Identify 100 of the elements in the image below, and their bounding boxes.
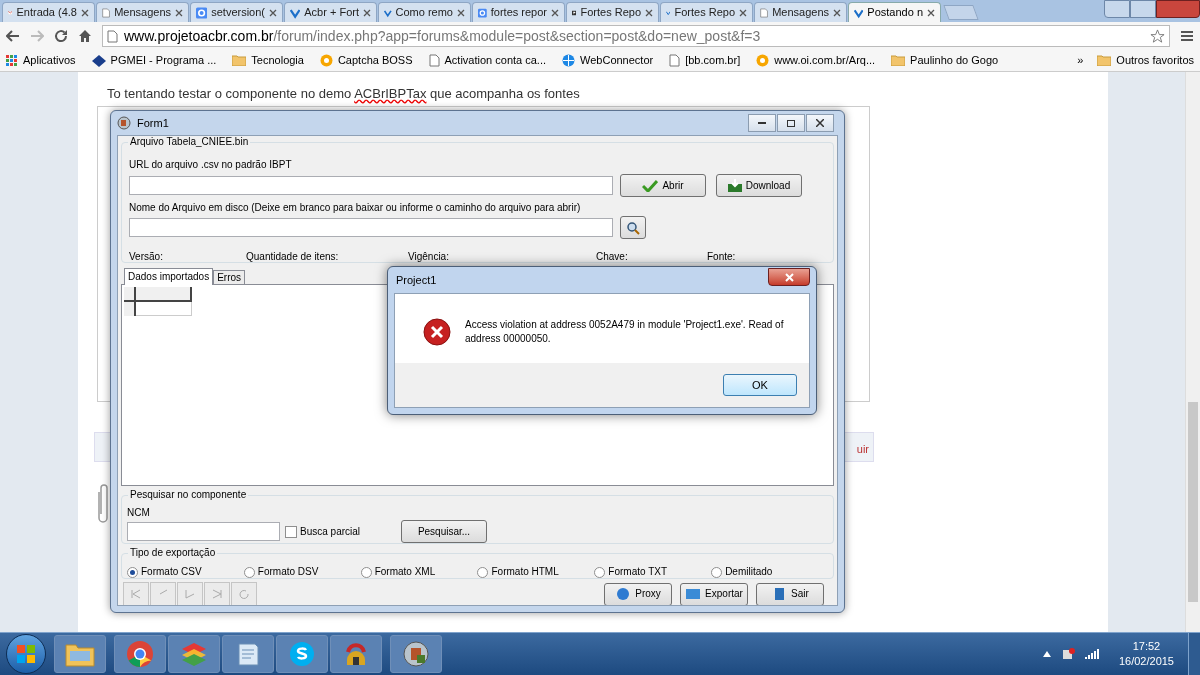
browser-tab[interactable]: Acbr + Fort — [284, 2, 377, 22]
close-icon[interactable] — [833, 8, 841, 17]
taskbar-button[interactable] — [330, 635, 382, 673]
browser-tab[interactable]: Como remo — [378, 2, 471, 22]
download-button[interactable]: Download — [716, 174, 802, 197]
signal-icon[interactable] — [1084, 648, 1099, 660]
clock-date[interactable]: 16/02/2015 — [1118, 654, 1174, 669]
disabled-arrow-icon — [211, 589, 223, 599]
bookmark-item[interactable]: Aplicativos — [6, 52, 76, 69]
open-button[interactable]: Abrir — [620, 174, 706, 197]
file-input[interactable] — [129, 218, 613, 237]
action-button[interactable]: Sair — [756, 582, 824, 605]
taskbar-button[interactable] — [168, 635, 220, 673]
bookmark-item[interactable]: Tecnologia — [232, 52, 304, 69]
maximize-button[interactable] — [777, 114, 805, 132]
browser-tab[interactable]: Fortes Repo — [566, 2, 659, 22]
scrollbar-thumb[interactable] — [1188, 402, 1198, 602]
format-radio[interactable]: Formato DSV — [243, 566, 361, 578]
close-icon[interactable] — [81, 8, 89, 17]
action-button[interactable]: Exportar — [680, 582, 748, 605]
bookmark-item[interactable]: PGMEI - Programa ... — [91, 52, 217, 69]
url-input[interactable] — [129, 176, 613, 195]
format-radio[interactable]: Formato CSV — [127, 566, 244, 578]
minimize-button[interactable] — [748, 114, 776, 132]
star-icon[interactable] — [1150, 28, 1165, 44]
close-icon[interactable] — [645, 8, 653, 17]
format-radio[interactable]: Formato HTML — [477, 566, 595, 578]
folder-icon — [65, 641, 95, 667]
action-button[interactable]: Proxy — [604, 582, 672, 605]
browser-tab[interactable]: fortes repor — [472, 2, 565, 22]
window-title: Form1 — [137, 115, 169, 131]
browser-tab[interactable]: Fortes Repo — [660, 2, 753, 22]
taskbar-button[interactable] — [276, 635, 328, 673]
taskbar-button[interactable] — [114, 635, 166, 673]
show-hidden-icons[interactable] — [1042, 651, 1051, 657]
close-button[interactable] — [806, 114, 834, 132]
close-icon[interactable] — [739, 8, 747, 17]
close-icon[interactable] — [175, 8, 183, 17]
form-tab[interactable]: Erros — [213, 270, 246, 284]
close-icon — [784, 272, 794, 282]
format-radio[interactable]: Formato TXT — [594, 566, 712, 578]
clock-time[interactable]: 17:52 — [1132, 639, 1161, 654]
close-icon[interactable] — [551, 8, 559, 17]
form-tab[interactable]: Dados importados — [124, 268, 214, 285]
ok-button[interactable]: OK — [723, 374, 797, 396]
reload-icon[interactable] — [54, 29, 68, 43]
tab-title: Mensagens — [772, 5, 829, 21]
scrollbar[interactable] — [1185, 72, 1200, 632]
taskbar-button[interactable] — [222, 635, 274, 673]
show-desktop-button[interactable] — [1188, 633, 1200, 675]
bookmark-item[interactable]: Captcha BOSS — [319, 52, 413, 69]
close-button[interactable] — [768, 268, 810, 286]
bookmark-item[interactable]: Activation conta ca... — [428, 52, 546, 69]
search-button[interactable] — [620, 216, 646, 239]
post-link[interactable]: ACBrIBPTax — [354, 86, 427, 101]
remove-link[interactable]: uir — [856, 441, 869, 458]
browser-tab[interactable]: Postando n — [848, 2, 941, 22]
bookmark-item[interactable]: [bb.com.br] — [669, 52, 741, 69]
browser-tab[interactable]: Entrada (4.8 — [2, 2, 95, 22]
error-message: Access violation at address 0052A479 in module 'Project1.exe'. Read of address 00000050. — [465, 318, 785, 346]
partial-search-checkbox[interactable]: Busca parcial — [285, 525, 361, 538]
tab-title: Como remo — [395, 5, 453, 21]
tab-title: Fortes Repo — [674, 5, 735, 21]
browser-tab[interactable]: setversion( — [190, 2, 283, 22]
url-text: www.projetoacbr.com.br/forum/index.php?app=forums&module=post&section=post&do=new_post&f=3 — [124, 26, 761, 46]
browser-tab[interactable]: Mensagens — [96, 2, 189, 22]
bookmark-item[interactable]: Outros favoritos — [1097, 52, 1194, 69]
circle-logo-icon — [319, 54, 333, 67]
format-radio[interactable]: Formato XML — [360, 566, 478, 578]
post-text: To tentando testar o componente no demo ACBrIBPTax que acompanha os fontes — [107, 85, 580, 103]
close-icon[interactable] — [363, 8, 371, 17]
field-label: URL do arquivo .csv no padrão IBPT — [129, 159, 293, 171]
more-bookmarks[interactable]: » — [1077, 52, 1084, 69]
search-button[interactable]: Pesquisar... — [401, 520, 488, 543]
export-icon — [685, 587, 702, 601]
dialog-title: Project1 — [396, 272, 437, 288]
format-radio[interactable]: Demilitado — [711, 566, 828, 578]
back-icon[interactable] — [6, 30, 20, 42]
download-icon — [727, 179, 742, 192]
start-button[interactable] — [6, 634, 46, 674]
address-field[interactable]: www.projetoacbr.com.br/forum/index.php?app=forums&module=post&section=post&do=new_post&f=3 — [102, 25, 1170, 47]
bookmark-item[interactable]: www.oi.com.br/Arq... — [756, 52, 876, 69]
tab-title: setversion( — [211, 5, 265, 21]
menu-icon[interactable] — [1180, 30, 1194, 42]
bookmark-item[interactable]: WebConnector — [562, 52, 654, 69]
close-icon — [816, 119, 824, 127]
ncm-input[interactable] — [127, 522, 280, 541]
tab-title: Mensagens — [114, 5, 171, 21]
page-icon — [102, 5, 111, 20]
close-icon[interactable] — [927, 8, 935, 17]
bookmark-item[interactable]: Paulinho do Gogo — [891, 52, 999, 69]
plug-icon[interactable] — [1060, 647, 1075, 661]
close-icon[interactable] — [269, 8, 277, 17]
taskbar-button[interactable] — [390, 635, 442, 673]
close-icon[interactable] — [457, 8, 465, 17]
info-label: Chave: — [596, 251, 629, 263]
folder-icon — [891, 55, 906, 66]
browser-tab[interactable]: Mensagens — [754, 2, 847, 22]
home-icon[interactable] — [78, 29, 92, 43]
field-label: Nome do Arquivo em disco (Deixe em branco para baixar ou informe o caminho do arquivo para abrir) — [129, 202, 582, 214]
